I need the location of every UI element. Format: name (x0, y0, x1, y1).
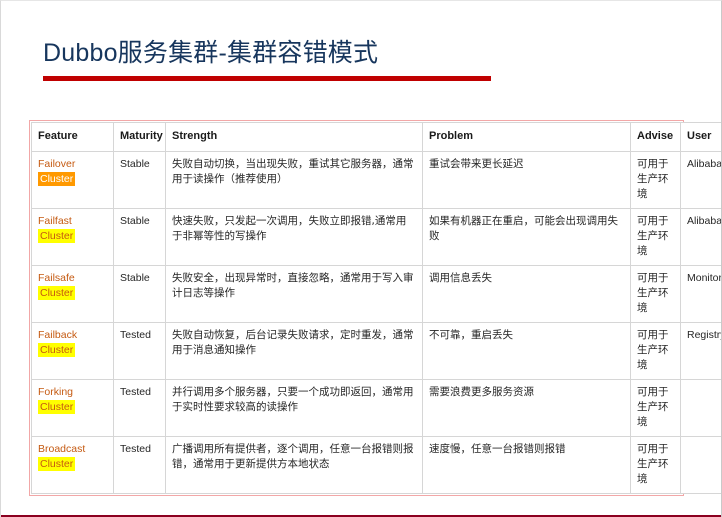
table-row: Broadcast Cluster Tested 广播调用所有提供者，逐个调用，任意… (31, 436, 721, 494)
cell-problem: 调用信息丢失 (422, 265, 631, 323)
table-body: Failover Cluster Stable 失败自动切换，当出现失败，重试其它服… (31, 151, 721, 494)
feature-highlight-chip: Cluster (38, 343, 76, 357)
feature-word: Broadcast (38, 443, 86, 455)
feature-label: Broadcast Cluster (38, 443, 85, 471)
cell-problem: 如果有机器正在重启，可能会出现调用失败 (422, 208, 631, 266)
cell-problem: 速度慢，任意一台报错则报错 (422, 436, 631, 494)
column-header-advise: Advise (630, 122, 681, 152)
cell-problem: 不可靠，重启丢失 (422, 322, 631, 380)
table-row: Failover Cluster Stable 失败自动切换，当出现失败，重试其它服… (31, 151, 721, 209)
column-header-strength: Strength (165, 122, 423, 152)
cell-advise: 可用于生产环境 (630, 436, 681, 494)
cell-strength: 并行调用多个服务器，只要一个成功即返回，通常用于实时性要求较高的读操作 (165, 379, 423, 437)
feature-label: Failover Cluster (38, 158, 75, 186)
cell-maturity: Tested (113, 436, 166, 494)
cell-feature: Broadcast Cluster (31, 436, 114, 494)
cell-maturity: Tested (113, 322, 166, 380)
table-row: Failsafe Cluster Stable 失败安全，出现异常时，直接忽略，通常… (31, 265, 721, 323)
feature-highlight-chip: Cluster (38, 400, 76, 414)
cell-maturity: Stable (113, 151, 166, 209)
feature-word: Failsafe (38, 272, 75, 284)
cell-advise: 可用于生产环境 (630, 265, 681, 323)
column-header-problem: Problem (422, 122, 631, 152)
cell-user: Alibaba (680, 151, 721, 209)
cell-strength: 广播调用所有提供者，逐个调用，任意一台报错则报错，通常用于更新提供方本地状态 (165, 436, 423, 494)
feature-table-container: Feature Maturity Strength Problem Advise… (29, 120, 721, 496)
feature-highlight-chip: Cluster (38, 229, 76, 243)
cell-feature: Failback Cluster (31, 322, 114, 380)
cluster-fault-tolerance-table: Feature Maturity Strength Problem Advise… (31, 122, 721, 494)
feature-label: Forking Cluster (38, 386, 76, 414)
column-header-maturity: Maturity (113, 122, 166, 152)
feature-word: Forking (38, 386, 74, 398)
cell-strength: 快速失败，只发起一次调用，失败立即报错,通常用于非幂等性的写操作 (165, 208, 423, 266)
page-title: Dubbo服务集群-集群容错模式 (43, 39, 379, 67)
cell-maturity: Tested (113, 379, 166, 437)
cell-advise: 可用于生产环境 (630, 322, 681, 380)
column-header-user: User (680, 122, 721, 152)
cell-advise: 可用于生产环境 (630, 379, 681, 437)
cell-user: Alibaba (680, 208, 721, 266)
cell-user: Monitor (680, 265, 721, 323)
title-underline-rule (43, 76, 491, 81)
cell-maturity: Stable (113, 265, 166, 323)
table-header-row: Feature Maturity Strength Problem Advise… (31, 122, 721, 152)
cell-strength: 失败自动切换，当出现失败，重试其它服务器，通常用于读操作（推荐使用） (165, 151, 423, 209)
cell-strength: 失败自动恢复，后台记录失败请求，定时重发，通常用于消息通知操作 (165, 322, 423, 380)
feature-highlight-chip: Cluster (38, 172, 76, 186)
cell-advise: 可用于生产环境 (630, 151, 681, 209)
feature-word: Failover (38, 158, 76, 170)
feature-word: Failfast (38, 215, 72, 227)
table-row: Failback Cluster Tested 失败自动恢复，后台记录失败请求，定时… (31, 322, 721, 380)
cell-maturity: Stable (113, 208, 166, 266)
cell-problem: 需要浪费更多服务资源 (422, 379, 631, 437)
cell-user (680, 379, 721, 437)
cell-problem: 重试会带来更长延迟 (422, 151, 631, 209)
cell-advise: 可用于生产环境 (630, 208, 681, 266)
cell-strength: 失败安全，出现异常时，直接忽略，通常用于写入审计日志等操作 (165, 265, 423, 323)
feature-highlight-chip: Cluster (38, 457, 76, 471)
feature-highlight-chip: Cluster (38, 286, 76, 300)
feature-label: Failback Cluster (38, 329, 77, 357)
cell-feature: Failsafe Cluster (31, 265, 114, 323)
cell-feature: Forking Cluster (31, 379, 114, 437)
cell-feature: Failover Cluster (31, 151, 114, 209)
cell-feature: Failfast Cluster (31, 208, 114, 266)
table-row: Failfast Cluster Stable 快速失败，只发起一次调用，失败立即报… (31, 208, 721, 266)
feature-label: Failfast Cluster (38, 215, 76, 243)
presentation-slide: Dubbo服务集群-集群容错模式 Feature Maturity Streng… (0, 0, 722, 517)
cell-user: Registry (680, 322, 721, 380)
feature-label: Failsafe Cluster (38, 272, 76, 300)
column-header-feature: Feature (31, 122, 114, 152)
feature-word: Failback (38, 329, 78, 341)
title-area: Dubbo服务集群-集群容错模式 (43, 37, 603, 69)
table-row: Forking Cluster Tested 并行调用多个服务器，只要一个成功即返回… (31, 379, 721, 437)
cell-user (680, 436, 721, 494)
